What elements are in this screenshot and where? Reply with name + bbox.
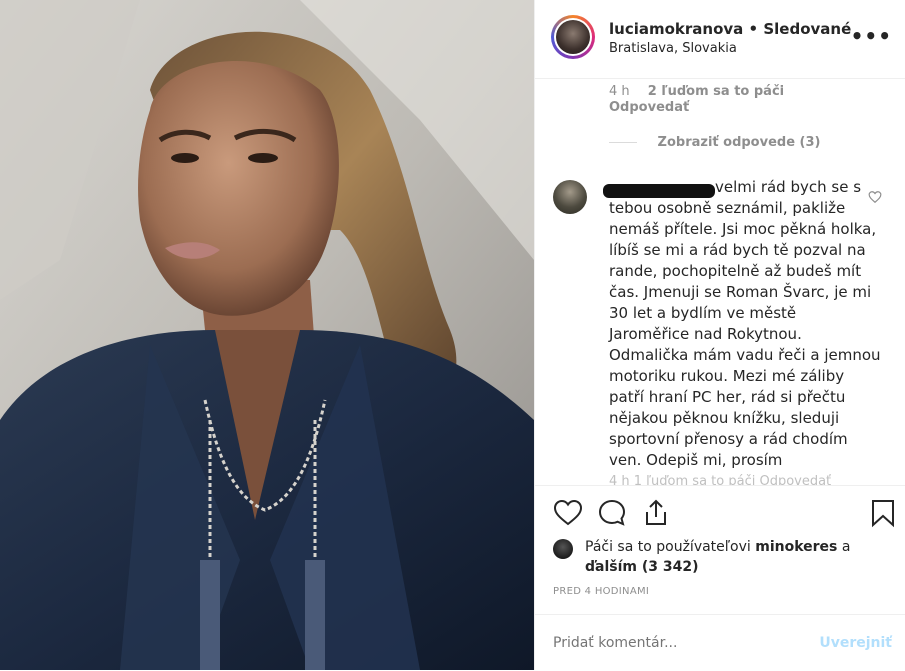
more-icon[interactable]: ••• <box>851 24 892 48</box>
avatar-image <box>556 20 590 54</box>
comment-like-heart-icon[interactable] <box>868 190 882 204</box>
likes-text: Páči sa to používateľovi minokeres a ďal… <box>585 537 885 577</box>
bookmark-icon[interactable] <box>868 498 898 528</box>
portrait-illustration <box>0 0 534 670</box>
comment-icon[interactable] <box>597 498 627 528</box>
separator-dot: • <box>748 20 759 38</box>
liker-avatar[interactable] <box>553 539 573 559</box>
other-likes-link[interactable]: ďalším (3 342) <box>585 559 699 575</box>
location-link[interactable]: Bratislava, Slovakia <box>609 41 737 56</box>
liker-username-link[interactable]: minokeres <box>755 539 837 555</box>
username-line: luciamokranova • Sledované <box>609 20 851 38</box>
comments-list[interactable]: 4 h 2 ľuďom sa to páči Odpovedať Zobrazi… <box>535 78 905 485</box>
likes-prefix: Páči sa to používateľovi <box>585 539 756 555</box>
follow-status-button[interactable]: Sledované <box>763 20 851 38</box>
comment-text: velmi rád bych se s tebou osobně seznámi… <box>609 178 881 469</box>
view-replies-button[interactable]: Zobraziť odpovede (3) <box>609 135 820 150</box>
comment-input[interactable] <box>553 635 813 651</box>
reply-label: Odpovedať <box>609 100 690 115</box>
share-icon[interactable] <box>641 498 671 528</box>
redacted-username <box>603 184 715 198</box>
post-timestamp[interactable]: PRED 4 HODINAMI <box>553 586 649 597</box>
heart-icon[interactable] <box>553 498 583 528</box>
view-replies-label: Zobraziť odpovede (3) <box>657 135 821 150</box>
previous-comment-meta: 4 h 2 ľuďom sa to páči <box>609 84 784 99</box>
post-photo[interactable] <box>0 0 534 670</box>
previous-comment-likes[interactable]: 2 ľuďom sa to páči <box>648 84 784 99</box>
action-bar <box>535 485 905 536</box>
comment-body: velmi rád bych se s tebou osobně seznámi… <box>609 177 881 471</box>
avatar-inner <box>554 18 592 56</box>
username-link[interactable]: luciamokranova <box>609 20 743 38</box>
divider-line <box>609 142 637 143</box>
comment-composer: Uverejniť <box>535 614 905 671</box>
post-panel: luciamokranova • Sledované Bratislava, S… <box>534 0 905 670</box>
previous-comment-time: 4 h <box>609 84 630 99</box>
commenter-avatar[interactable] <box>553 180 587 214</box>
profile-avatar[interactable] <box>551 15 595 59</box>
post-header: luciamokranova • Sledované Bratislava, S… <box>535 0 905 79</box>
likes-middle: a <box>837 539 851 555</box>
reply-button[interactable]: Odpovedať <box>609 100 689 115</box>
comment-meta-partial: 4 h 1 ľuďom sa to páči Odpovedať <box>609 474 832 485</box>
post-comment-button[interactable]: Uverejniť <box>819 635 892 651</box>
